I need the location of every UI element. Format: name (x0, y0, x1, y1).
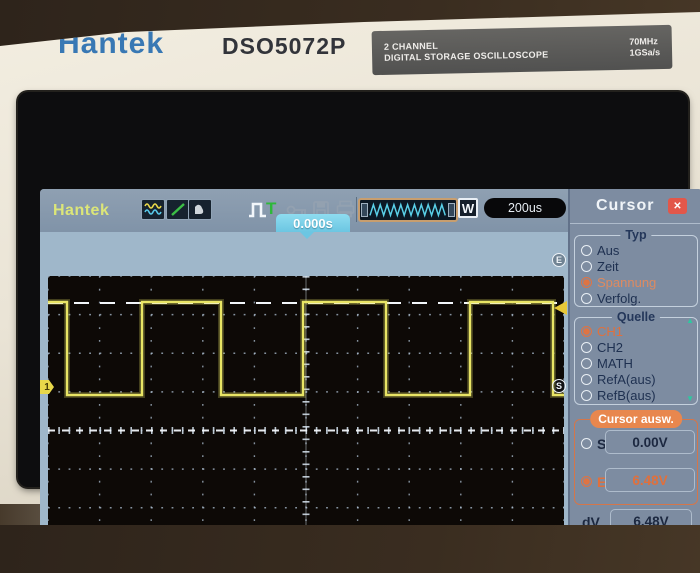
scroll-down-icon[interactable]: ▼ (686, 394, 694, 403)
frequency-readout: 1.00500KHz (464, 547, 562, 567)
badge-type: DIGITAL STORAGE OSCILLOSCOPE (384, 49, 549, 63)
record-window-left-handle[interactable] (361, 203, 368, 217)
rising-edge-icon (345, 547, 362, 567)
channel-indicator-icon: 2 (89, 550, 104, 565)
bezel-brand-logo: Hantek (58, 27, 164, 61)
trigger-position-pointer (300, 232, 314, 239)
ch1-scale-readout: 2.00V (138, 547, 210, 567)
menu-option-math[interactable]: MATH (581, 356, 633, 371)
radio-math (581, 358, 592, 369)
graticule (48, 276, 564, 573)
window-mode-indicator: W (458, 198, 478, 218)
record-window-right-handle[interactable] (448, 203, 455, 217)
bezel-model-number: DSO5072P (222, 33, 346, 60)
pulse-trigger-icon (248, 202, 268, 218)
delta-v-value: 6.48V (610, 509, 692, 533)
radio-spannung (581, 277, 592, 288)
menu-option-ch2[interactable]: CH2 (581, 340, 623, 355)
graticule-margin (40, 232, 568, 542)
radio-refb (581, 390, 592, 401)
slope-icon (166, 199, 190, 220)
typ-group-label: Typ (620, 228, 651, 242)
screen-logo: Hantek (53, 202, 109, 220)
bottombar-divider2 (452, 546, 453, 569)
cursor-e-value[interactable]: 6.48V (605, 468, 695, 492)
typ-group: Typ Aus Zeit Spannung Verfolg. (574, 235, 698, 307)
record-waveform-icon (369, 202, 447, 218)
waveform-display-icon (141, 199, 165, 220)
close-icon[interactable]: ✕ (668, 198, 687, 214)
radio-zeit (581, 261, 592, 272)
topbar-divider (356, 197, 357, 222)
coupling-dc-icon: DC (60, 550, 74, 564)
square-wave-pair-icon (110, 549, 134, 566)
menu-option-zeit[interactable]: Zeit (581, 259, 619, 274)
radio-cursor-s (581, 438, 592, 449)
radio-cursor-e (581, 476, 592, 487)
lcd-screen-frame: Hantek T (18, 92, 688, 487)
oscilloscope-body: Hantek DSO5072P 2 CHANNEL DIGITAL STORAG… (0, 0, 700, 525)
cursor-s-value[interactable]: 0.00V (605, 430, 695, 454)
trigger-source-label: CH1 (312, 550, 338, 565)
cursor-select-group: Cursor ausw. S 0.00V E 6.48V (574, 419, 698, 505)
cursor-menu-panel: Cursor ✕ Typ Aus Zeit Spannung (568, 189, 700, 573)
trigger-level-arrow[interactable] (554, 301, 567, 315)
lcd-display: Hantek T (40, 189, 700, 573)
cursor-s-marker[interactable]: S (552, 379, 566, 393)
trigger-level-readout: 4.00V (366, 547, 440, 567)
radio-verfolg (581, 293, 592, 304)
radio-ch2 (581, 342, 592, 353)
acquire-mode-icon (188, 199, 212, 220)
trigger-status-indicator: T (266, 199, 276, 219)
menu-title: Cursor (596, 197, 654, 215)
menu-option-ch1[interactable]: CH1 (581, 324, 623, 339)
record-view-indicator (358, 198, 458, 222)
delta-v-label: dV (582, 514, 600, 530)
menu-option-refa[interactable]: RefA(aus) (581, 372, 656, 387)
cursor-s-option[interactable]: S (581, 436, 606, 451)
quelle-group: Quelle CH1 CH2 MATH RefA(aus) (574, 317, 698, 405)
radio-ch1 (581, 326, 592, 337)
bottombar-divider (298, 546, 299, 569)
record-waveform-zigzag (370, 205, 445, 216)
badge-samplerate: 1GSa/s (629, 47, 660, 59)
menu-option-verfolg[interactable]: Verfolg. (581, 291, 641, 306)
bezel-spec-badge: 2 CHANNEL DIGITAL STORAGE OSCILLOSCOPE 7… (372, 25, 673, 75)
menu-option-aus[interactable]: Aus (581, 243, 619, 258)
cursor-select-button[interactable]: Cursor ausw. (590, 410, 682, 428)
quelle-group-label: Quelle (612, 310, 660, 324)
radio-refa (581, 374, 592, 385)
trigger-position-tab[interactable]: 0.000s (276, 214, 350, 232)
cursor-e-marker[interactable]: E (552, 253, 566, 267)
menu-option-spannung[interactable]: Spannung (581, 275, 656, 290)
badge-bandwidth: 70MHz (629, 36, 660, 48)
scroll-up-icon[interactable]: ▲ (686, 316, 694, 325)
timebase-readout: 200us (484, 198, 566, 218)
menu-option-refb[interactable]: RefB(aus) (581, 388, 656, 403)
cursor-e-option[interactable]: E (581, 474, 606, 489)
radio-aus (581, 245, 592, 256)
status-bottom-bar: DC 2 2.00V CH1 4.00V 1.00500KHz (40, 542, 568, 573)
